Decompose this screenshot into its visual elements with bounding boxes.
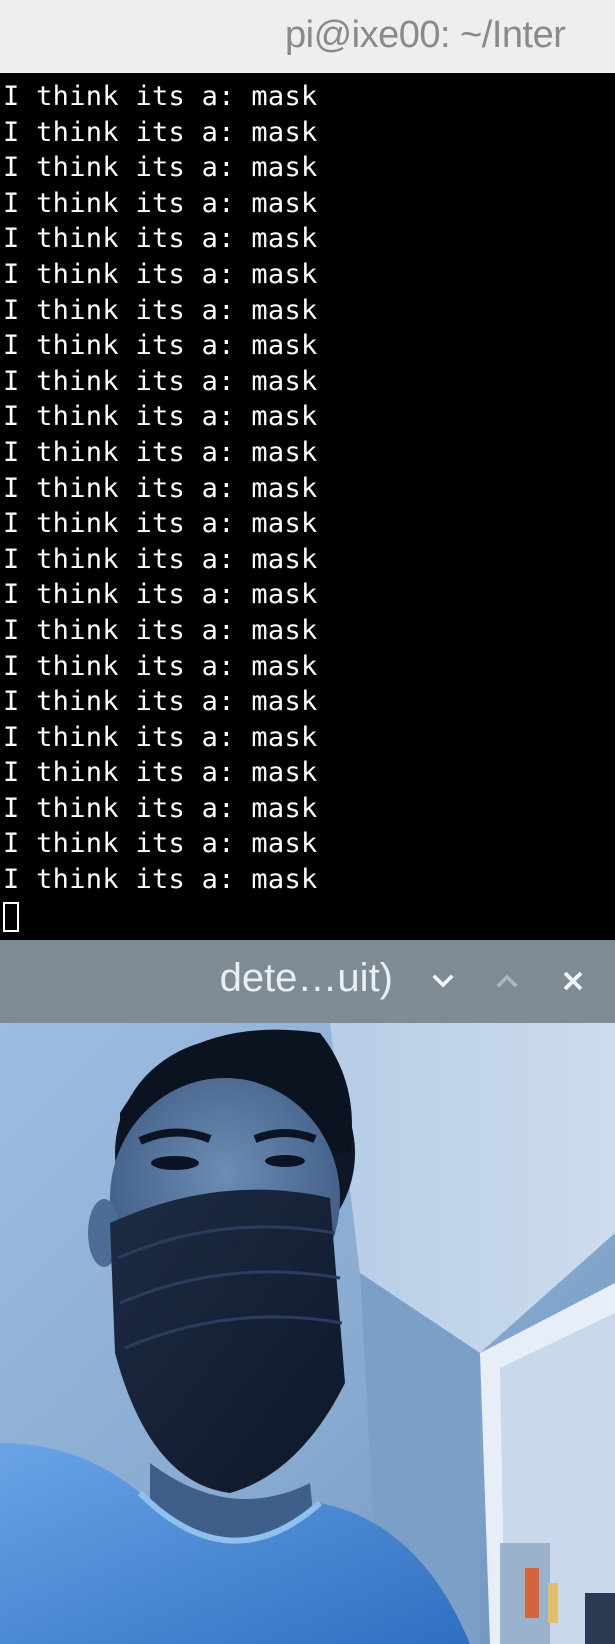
chevron-down-icon [432, 974, 454, 988]
camera-feed [0, 1023, 615, 1644]
terminal-line: I think its a: mask [3, 472, 318, 504]
terminal-line: I think its a: mask [3, 81, 318, 112]
terminal-line: I think its a: mask [3, 828, 318, 860]
minimize-button[interactable] [416, 954, 470, 1008]
terminal-titlebar[interactable]: pi@ixe00: ~/Inter [0, 0, 615, 73]
terminal-line: I think its a: mask [3, 721, 318, 753]
terminal-line: I think its a: mask [3, 864, 318, 896]
detector-window-title: dete…uit) [219, 956, 393, 1000]
terminal-line: I think its a: mask [3, 792, 318, 824]
terminal-line: I think its a: mask [3, 187, 318, 219]
terminal-line: I think its a: mask [3, 650, 318, 682]
terminal-line: I think its a: mask [3, 757, 318, 789]
chevron-up-icon [496, 974, 518, 988]
close-icon [563, 971, 583, 991]
terminal-line: I think its a: mask [3, 258, 318, 290]
terminal-line: I think its a: mask [3, 508, 318, 540]
terminal-line: I think its a: mask [3, 116, 318, 148]
terminal-output[interactable]: I think its a: mask I think its a: mask … [0, 73, 615, 940]
terminal-line: I think its a: mask [3, 436, 318, 468]
terminal-line: I think its a: mask [3, 543, 318, 575]
terminal-line: I think its a: mask [3, 686, 318, 718]
terminal-line: I think its a: mask [3, 365, 318, 397]
maximize-button[interactable] [480, 954, 534, 1008]
terminal-line: I think its a: mask [3, 223, 318, 255]
terminal-line: I think its a: mask [3, 152, 318, 184]
terminal-line: I think its a: mask [3, 330, 318, 362]
terminal-window-title: pi@ixe00: ~/Inter [285, 14, 566, 56]
terminal-line: I think its a: mask [3, 294, 318, 326]
detector-titlebar[interactable]: dete…uit) [0, 940, 615, 1023]
terminal-line: I think its a: mask [3, 579, 318, 611]
close-button[interactable] [546, 954, 600, 1008]
camera-frame [0, 1023, 615, 1644]
terminal-line: I think its a: mask [3, 401, 318, 433]
terminal-line: I think its a: mask [3, 614, 318, 646]
terminal-cursor [3, 901, 19, 932]
